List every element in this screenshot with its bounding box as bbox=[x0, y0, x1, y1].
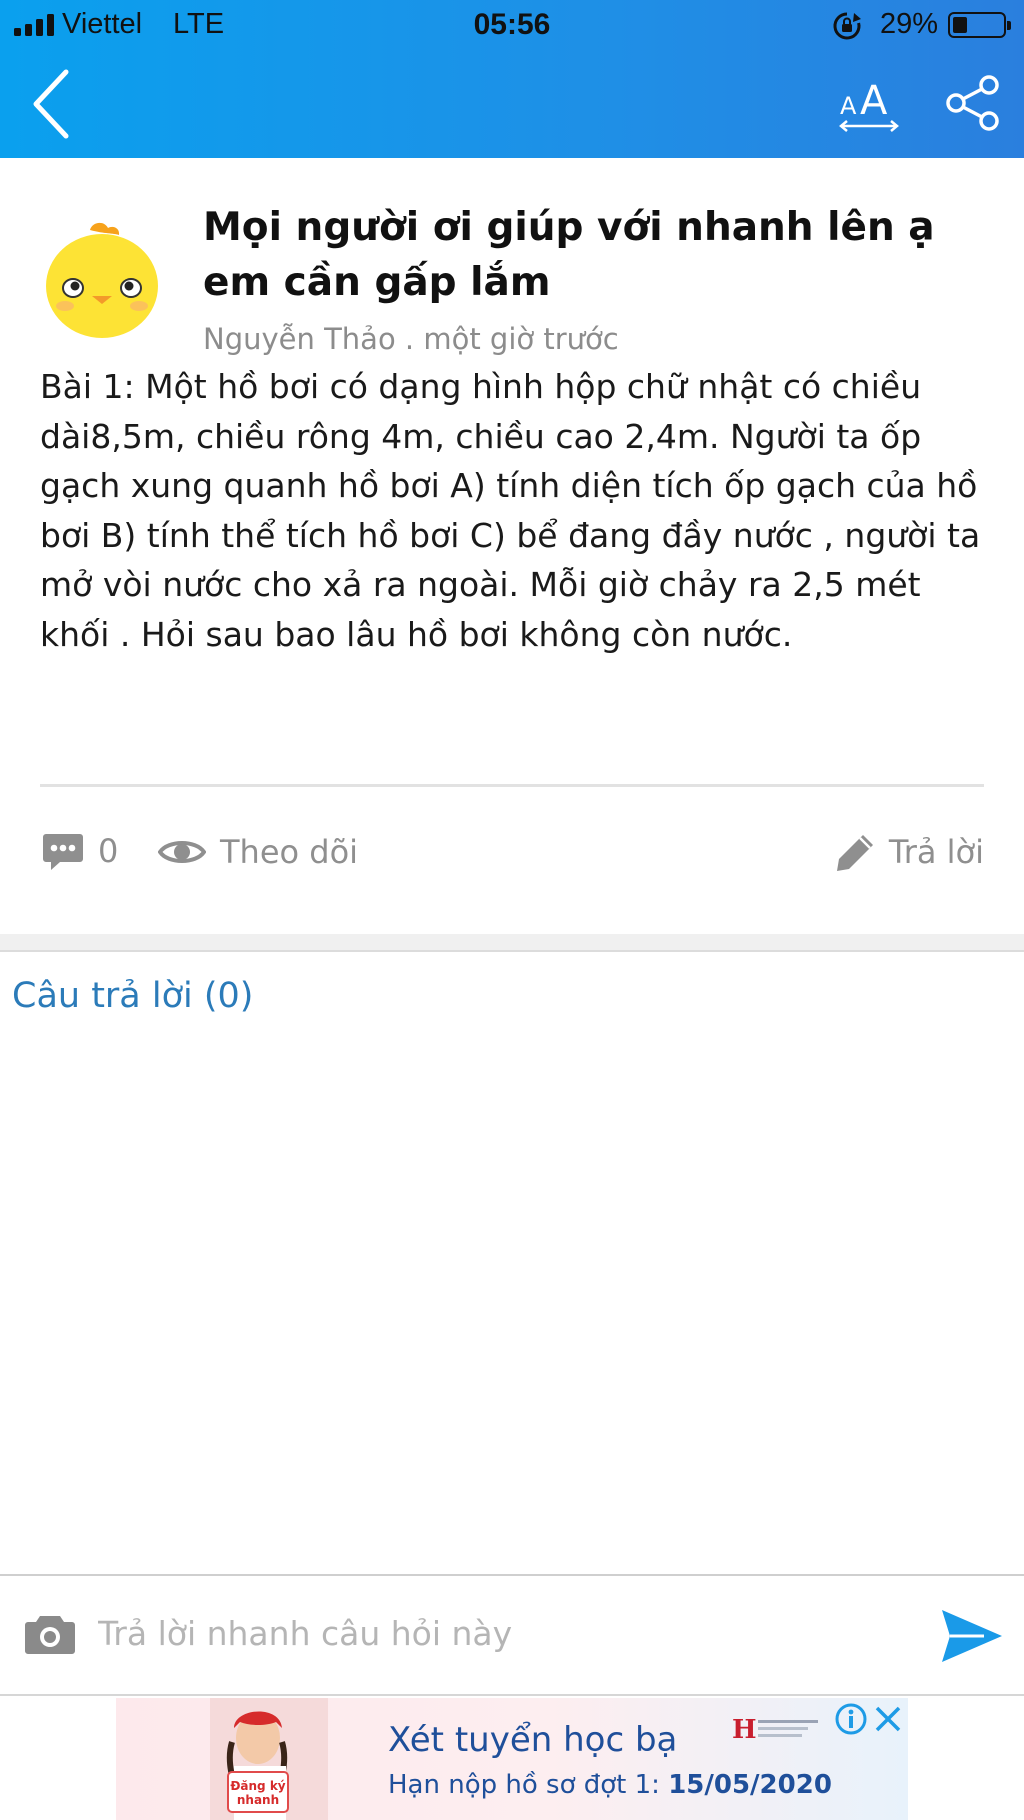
user-avatar[interactable] bbox=[40, 218, 160, 338]
ad-banner[interactable]: Đăng ký nhanh Xét tuyển học bạ Hạn nộp h… bbox=[116, 1698, 908, 1820]
pencil-icon bbox=[836, 835, 873, 871]
font-size-button[interactable]: A A bbox=[838, 72, 900, 134]
svg-text:A: A bbox=[860, 78, 888, 124]
back-button[interactable] bbox=[28, 66, 78, 142]
svg-text:Đăng ký: Đăng ký bbox=[230, 1779, 285, 1793]
follow-button[interactable]: Theo dõi bbox=[158, 820, 358, 884]
reply-label: Trả lời bbox=[888, 833, 984, 871]
quick-reply-bar bbox=[0, 1574, 1024, 1696]
question-title: Mọi người ơi giúp với nhanh lên ạ em cần… bbox=[203, 205, 935, 305]
ad-subtitle: Hạn nộp hồ sơ đợt 1: 15/05/2020 bbox=[388, 1770, 832, 1800]
answers-heading: Câu trả lời (0) bbox=[12, 976, 254, 1016]
svg-text:nhanh: nhanh bbox=[237, 1793, 279, 1807]
share-icon bbox=[946, 75, 999, 131]
quick-reply-input[interactable] bbox=[98, 1602, 898, 1664]
follow-label: Theo dõi bbox=[220, 833, 359, 871]
section-separator bbox=[0, 934, 1024, 952]
battery-level bbox=[953, 17, 967, 33]
university-logo: H bbox=[732, 1715, 818, 1744]
info-icon[interactable] bbox=[834, 1702, 868, 1736]
send-icon[interactable] bbox=[940, 1608, 1004, 1664]
app-header: Viettel LTE 05:56 29% A A bbox=[0, 0, 1024, 158]
clock: 05:56 bbox=[473, 8, 551, 41]
ad-image: Đăng ký nhanh bbox=[210, 1698, 328, 1820]
question-meta: Nguyễn Thảo . một giờ trước bbox=[203, 322, 619, 356]
battery-icon bbox=[948, 12, 1011, 38]
rotation-lock-icon bbox=[833, 12, 861, 40]
close-icon[interactable] bbox=[872, 1702, 904, 1736]
eye-icon bbox=[158, 841, 206, 863]
comment-count: 0 bbox=[98, 832, 119, 870]
ad-deadline-date: 15/05/2020 bbox=[668, 1770, 832, 1800]
comment-icon[interactable] bbox=[42, 832, 84, 872]
ad-logo-letter: H bbox=[732, 1715, 757, 1744]
ad-title: Xét tuyển học bạ bbox=[388, 1720, 678, 1760]
status-bar: Viettel LTE 05:56 29% bbox=[0, 0, 1024, 50]
question-actions: 0 Theo dõi Trả lời bbox=[0, 820, 1024, 884]
divider bbox=[40, 784, 984, 787]
question-body: Bài 1: Một hồ bơi có dạng hình hộp chữ n… bbox=[40, 367, 981, 654]
font-size-icon: A A bbox=[839, 78, 899, 132]
reply-button[interactable]: Trả lời bbox=[835, 820, 984, 884]
share-button[interactable] bbox=[944, 74, 1002, 132]
camera-icon[interactable] bbox=[24, 1612, 76, 1656]
ad-subtitle-prefix: Hạn nộp hồ sơ đợt 1: bbox=[388, 1770, 669, 1800]
battery-percentage: 29% bbox=[880, 8, 939, 40]
ad-person-image: Đăng ký nhanh bbox=[210, 1698, 328, 1820]
svg-text:A: A bbox=[840, 92, 857, 120]
